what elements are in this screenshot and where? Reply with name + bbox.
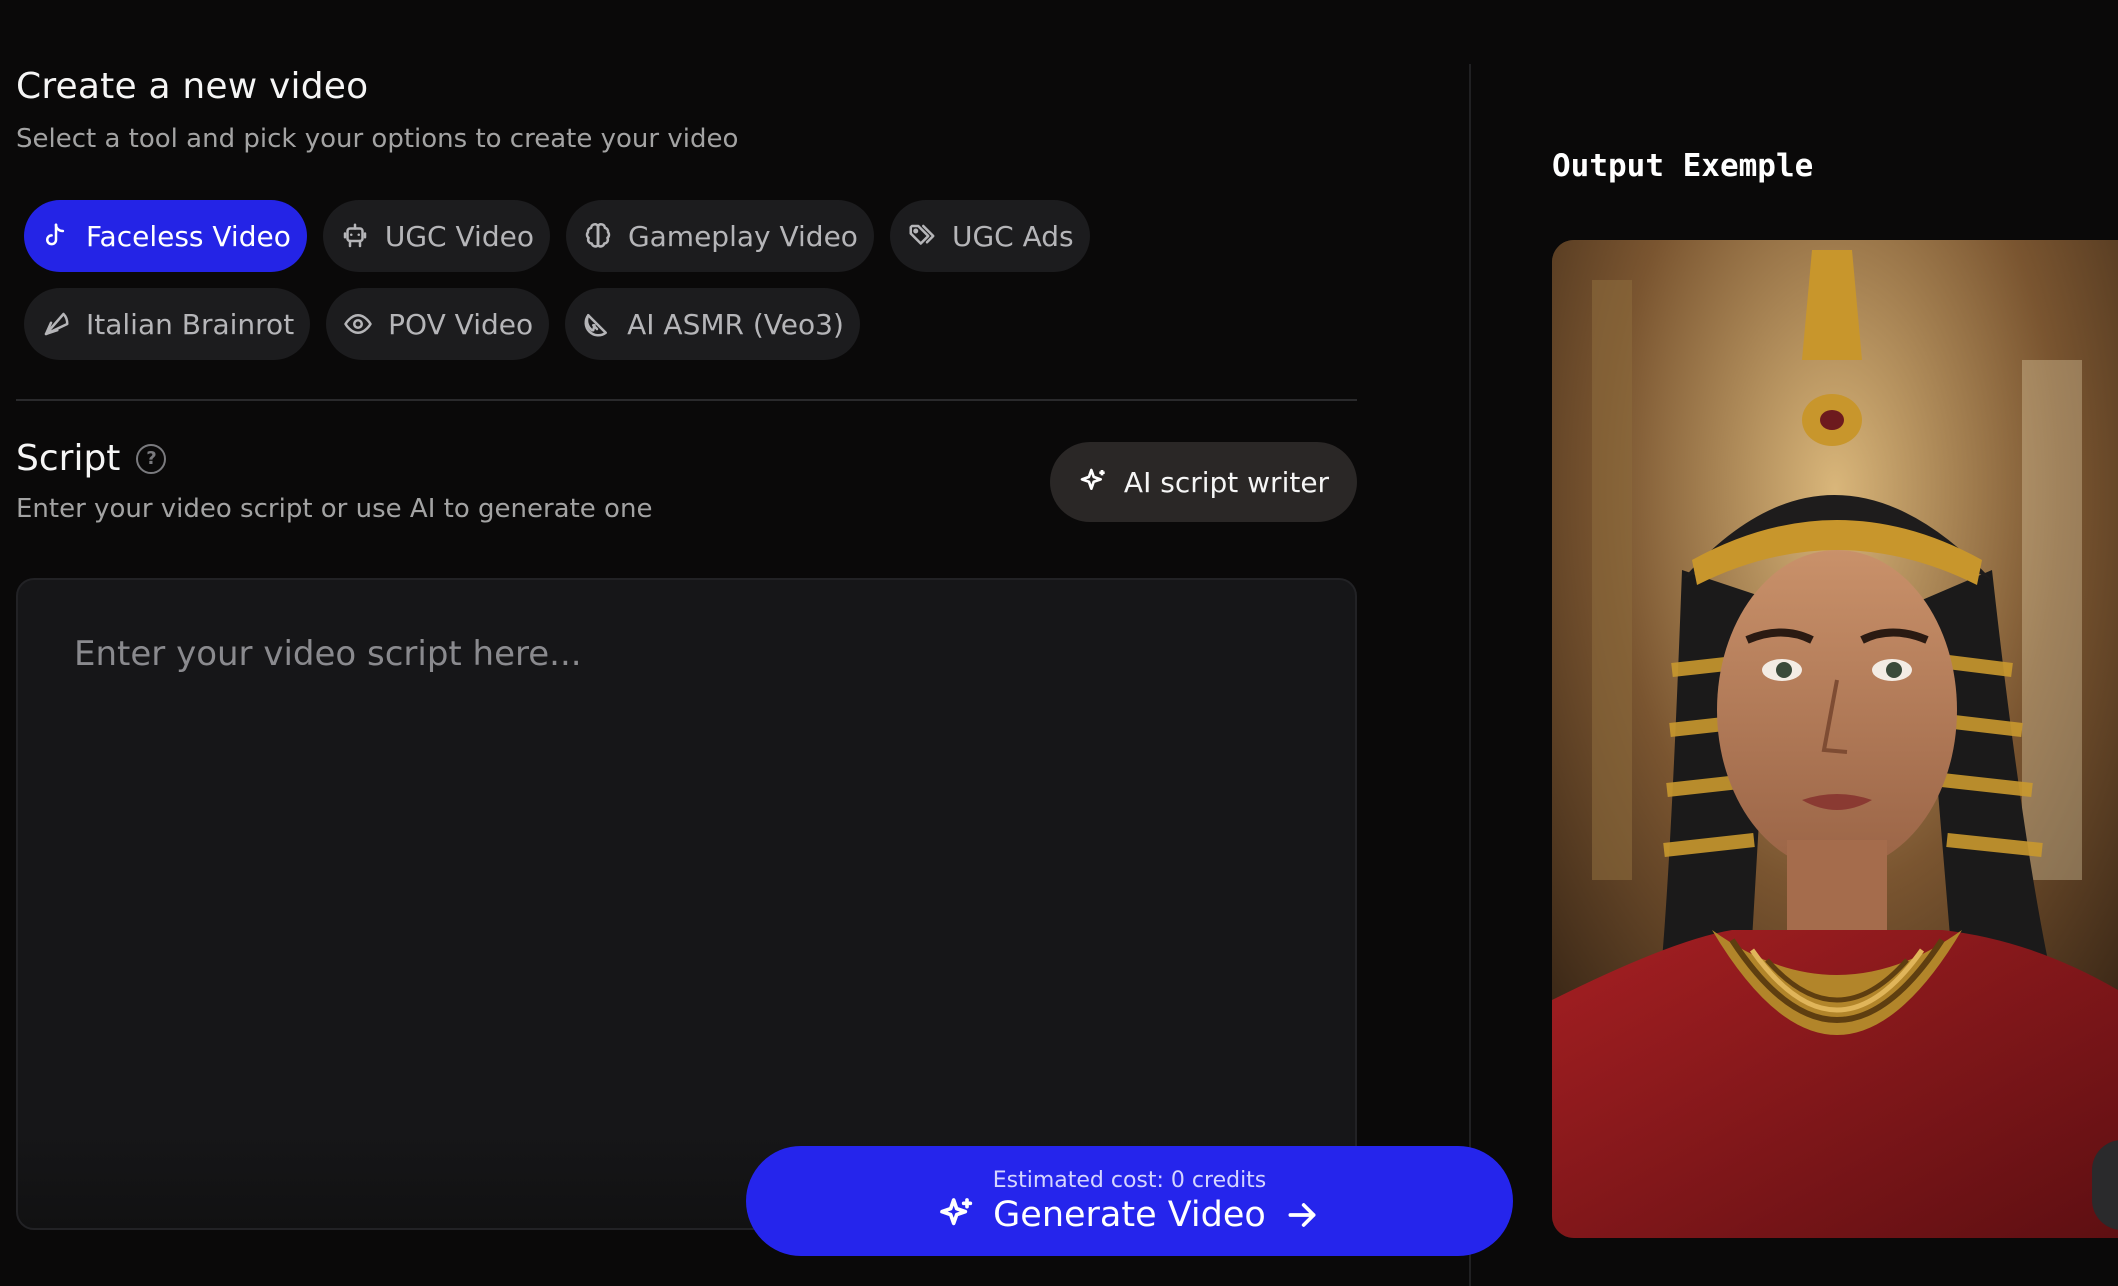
output-title: Output Exemple bbox=[1552, 148, 1814, 184]
sparkles-icon bbox=[1080, 468, 1105, 490]
tool-ugc-video[interactable]: UGC Video bbox=[322, 200, 550, 272]
generate-label: Generate Video bbox=[993, 1194, 1266, 1235]
robot-icon bbox=[339, 220, 371, 252]
section-divider bbox=[16, 399, 1357, 401]
pizza-icon bbox=[40, 308, 72, 340]
tool-faceless-video[interactable]: Faceless Video bbox=[24, 200, 307, 272]
portrait-illustration bbox=[1552, 240, 2118, 1238]
tool-gameplay-video[interactable]: Gameplay Video bbox=[565, 200, 874, 272]
tool-ugc-ads[interactable]: UGC Ads bbox=[889, 200, 1090, 272]
script-heading: Script ? bbox=[16, 438, 167, 479]
script-title: Script bbox=[16, 438, 121, 479]
eye-icon bbox=[342, 308, 374, 340]
arrow-right-icon bbox=[1288, 1202, 1316, 1227]
generate-row: Generate Video bbox=[937, 1195, 1322, 1235]
tool-italian-brainrot[interactable]: Italian Brainrot bbox=[24, 288, 311, 360]
script-editor bbox=[16, 578, 1357, 1230]
brain-icon bbox=[582, 220, 614, 252]
script-subtitle: Enter your video script or use AI to gen… bbox=[16, 494, 653, 524]
citrus-icon bbox=[581, 308, 613, 340]
ai-script-writer-label: AI script writer bbox=[1123, 465, 1330, 499]
output-example-image bbox=[1552, 240, 2118, 1238]
help-icon[interactable]: ? bbox=[136, 443, 167, 474]
tool-ai-asmr[interactable]: AI ASMR (Veo3) bbox=[565, 288, 860, 360]
page-subtitle: Select a tool and pick your options to c… bbox=[16, 124, 739, 154]
page: Create a new video Select a tool and pic… bbox=[0, 0, 2118, 1286]
tool-label: Gameplay Video bbox=[627, 219, 858, 253]
script-input[interactable] bbox=[18, 580, 1355, 1228]
tool-label: Faceless Video bbox=[86, 219, 291, 253]
tool-label: Italian Brainrot bbox=[86, 307, 295, 341]
tool-label: UGC Ads bbox=[951, 219, 1074, 253]
tool-row: Italian Brainrot POV Video AI ASMR (Veo3… bbox=[24, 288, 1224, 360]
page-title: Create a new video bbox=[16, 66, 369, 107]
tool-pov-video[interactable]: POV Video bbox=[326, 288, 550, 360]
tool-label: AI ASMR (Veo3) bbox=[627, 307, 844, 341]
tool-label: POV Video bbox=[388, 307, 534, 341]
ai-script-writer-button[interactable]: AI script writer bbox=[1050, 442, 1357, 522]
tool-row: Faceless Video UGC Video Gameplay Video bbox=[24, 200, 1224, 272]
estimated-cost: Estimated cost: 0 credits bbox=[992, 1167, 1267, 1193]
create-video-panel: Create a new video Select a tool and pic… bbox=[16, 0, 1358, 1286]
tags-icon bbox=[906, 220, 938, 252]
column-separator bbox=[1469, 64, 1471, 1286]
tool-label: UGC Video bbox=[384, 219, 534, 253]
generate-video-button[interactable]: Estimated cost: 0 credits Generate Video bbox=[746, 1146, 1513, 1256]
tool-selector: Faceless Video UGC Video Gameplay Video bbox=[24, 200, 1224, 376]
tiktok-icon bbox=[40, 220, 72, 252]
sparkles-icon bbox=[940, 1197, 973, 1225]
